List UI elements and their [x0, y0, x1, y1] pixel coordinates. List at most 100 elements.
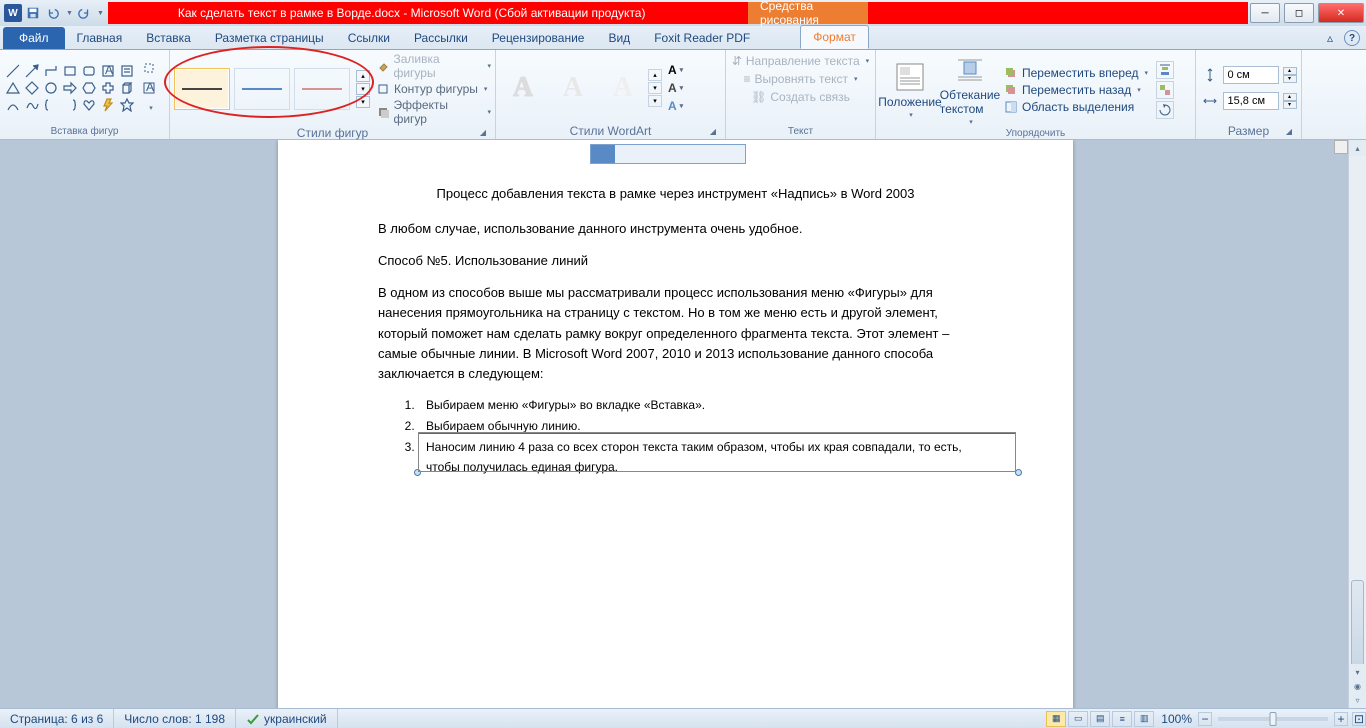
- wa-more-icon[interactable]: ▾: [648, 95, 662, 107]
- dialog-launcher-wa-icon[interactable]: ◢: [707, 127, 719, 139]
- shape-star-icon[interactable]: [118, 97, 136, 113]
- shapes-edit-icon[interactable]: [140, 59, 158, 77]
- text-fill-icon[interactable]: A▾: [668, 63, 684, 77]
- tab-review[interactable]: Рецензирование: [480, 27, 597, 49]
- shape-textbox-icon[interactable]: A: [99, 63, 117, 79]
- create-link-button[interactable]: ⛓Создать связь: [747, 88, 854, 106]
- word-app-icon[interactable]: W: [4, 4, 22, 22]
- resize-handle-right[interactable]: [1015, 469, 1022, 476]
- help-icon[interactable]: ?: [1344, 30, 1360, 46]
- tab-pagelayout[interactable]: Разметка страницы: [203, 27, 336, 49]
- status-language[interactable]: украинский: [236, 709, 338, 728]
- status-words[interactable]: Число слов: 1 198: [114, 709, 236, 728]
- tab-foxit[interactable]: Foxit Reader PDF: [642, 27, 762, 49]
- shape-roundrect-icon[interactable]: [80, 63, 98, 79]
- dialog-launcher-icon[interactable]: ◢: [477, 128, 489, 140]
- shape-cube-icon[interactable]: [118, 80, 136, 96]
- shape-curve-icon[interactable]: [4, 97, 22, 113]
- height-down-icon[interactable]: ▾: [1283, 75, 1297, 83]
- styles-scroll-up-icon[interactable]: ▴: [356, 70, 370, 82]
- view-draft-icon[interactable]: ▥: [1134, 711, 1154, 727]
- text-align-button[interactable]: ≡Выровнять текст▾: [739, 70, 861, 88]
- position-button[interactable]: Положение▾: [880, 59, 940, 121]
- save-icon[interactable]: [24, 4, 42, 22]
- status-page[interactable]: Страница: 6 из 6: [0, 709, 114, 728]
- tab-view[interactable]: Вид: [596, 27, 642, 49]
- view-fullscreen-icon[interactable]: ▭: [1068, 711, 1088, 727]
- send-backward-button[interactable]: Переместить назад▾: [1000, 82, 1152, 98]
- height-up-icon[interactable]: ▴: [1283, 67, 1297, 75]
- wa-scroll-down-icon[interactable]: ▾: [648, 82, 662, 94]
- align-icon[interactable]: [1156, 61, 1174, 79]
- shape-diamond-icon[interactable]: [23, 80, 41, 96]
- tab-insert[interactable]: Вставка: [134, 27, 203, 49]
- wordart-style-3[interactable]: А: [600, 67, 646, 109]
- group-icon[interactable]: [1156, 81, 1174, 99]
- zoom-in-button[interactable]: +: [1334, 712, 1348, 726]
- zoom-slider-thumb[interactable]: [1270, 712, 1277, 726]
- shape-fill-button[interactable]: Заливка фигуры▾: [376, 52, 491, 80]
- vertical-scrollbar[interactable]: ▴ ▾ ◉ ▿: [1348, 140, 1366, 708]
- height-input[interactable]: [1223, 66, 1279, 84]
- shape-outline-button[interactable]: Контур фигуры▾: [376, 82, 491, 96]
- shape-heart-icon[interactable]: [80, 97, 98, 113]
- ruler-toggle-icon[interactable]: [1334, 140, 1348, 154]
- shape-style-2[interactable]: [234, 68, 290, 110]
- shape-arrow-icon[interactable]: [23, 63, 41, 79]
- wrap-text-button[interactable]: Обтекание текстом▾: [940, 52, 1000, 128]
- shape-effects-button[interactable]: Эффекты фигур▾: [376, 98, 491, 126]
- view-print-layout-icon[interactable]: ▦: [1046, 711, 1066, 727]
- shape-style-3[interactable]: [294, 68, 350, 110]
- shape-blockarrow-icon[interactable]: [61, 80, 79, 96]
- shape-line-icon[interactable]: [4, 63, 22, 79]
- zoom-out-button[interactable]: −: [1198, 712, 1212, 726]
- shape-brace2-icon[interactable]: [61, 97, 79, 113]
- width-input[interactable]: [1223, 92, 1279, 110]
- ribbon-minimize-icon[interactable]: ▵: [1322, 30, 1338, 46]
- next-page-icon[interactable]: ▿: [1349, 692, 1366, 708]
- maximize-button[interactable]: ◻: [1284, 3, 1314, 23]
- shape-hexagon-icon[interactable]: [80, 80, 98, 96]
- scrollbar-thumb[interactable]: [1351, 580, 1364, 670]
- tab-mailings[interactable]: Рассылки: [402, 27, 480, 49]
- tab-references[interactable]: Ссылки: [336, 27, 402, 49]
- wa-scroll-up-icon[interactable]: ▴: [648, 69, 662, 81]
- undo-icon[interactable]: [44, 4, 62, 22]
- shape-circle-icon[interactable]: [42, 80, 60, 96]
- width-up-icon[interactable]: ▴: [1283, 93, 1297, 101]
- view-outline-icon[interactable]: ≡: [1112, 711, 1132, 727]
- styles-more-icon[interactable]: ▾: [356, 96, 370, 108]
- shape-lightning-icon[interactable]: [99, 97, 117, 113]
- scroll-up-icon[interactable]: ▴: [1349, 140, 1366, 156]
- shape-plus-icon[interactable]: [99, 80, 117, 96]
- text-outline-icon[interactable]: A▾: [668, 81, 684, 95]
- shapes-more-icon[interactable]: ▾: [142, 99, 160, 117]
- tab-home[interactable]: Главная: [65, 27, 135, 49]
- zoom-slider[interactable]: [1218, 717, 1328, 721]
- undo-dropdown-icon[interactable]: ▼: [66, 10, 73, 17]
- close-button[interactable]: ✕: [1318, 3, 1364, 23]
- shape-elbow-icon[interactable]: [42, 63, 60, 79]
- text-direction-button[interactable]: ⇵Направление текста▾: [728, 52, 873, 70]
- text-effects-icon[interactable]: A▾: [668, 99, 684, 113]
- document-page[interactable]: Процесс добавления текста в рамке через …: [278, 140, 1073, 708]
- shape-triangle-icon[interactable]: [4, 80, 22, 96]
- rotate-icon[interactable]: [1156, 101, 1174, 119]
- shape-brace-icon[interactable]: [42, 97, 60, 113]
- styles-scroll-down-icon[interactable]: ▾: [356, 83, 370, 95]
- redo-icon[interactable]: [75, 4, 93, 22]
- shape-style-1[interactable]: [174, 68, 230, 110]
- zoom-level[interactable]: 100%: [1161, 712, 1192, 726]
- bring-forward-button[interactable]: Переместить вперед▾: [1000, 65, 1152, 81]
- qat-customize-icon[interactable]: ▼: [97, 10, 104, 17]
- tab-format[interactable]: Формат: [800, 25, 869, 49]
- width-down-icon[interactable]: ▾: [1283, 101, 1297, 109]
- shapes-textbox-icon[interactable]: A: [140, 79, 158, 97]
- fit-page-icon[interactable]: ⊡: [1352, 712, 1366, 726]
- wordart-style-2[interactable]: А: [550, 67, 596, 109]
- tab-file[interactable]: Файл: [3, 27, 65, 49]
- minimize-button[interactable]: ─: [1250, 3, 1280, 23]
- shape-freeform-icon[interactable]: [23, 97, 41, 113]
- shape-textbox2-icon[interactable]: [118, 63, 136, 79]
- view-web-icon[interactable]: ▤: [1090, 711, 1110, 727]
